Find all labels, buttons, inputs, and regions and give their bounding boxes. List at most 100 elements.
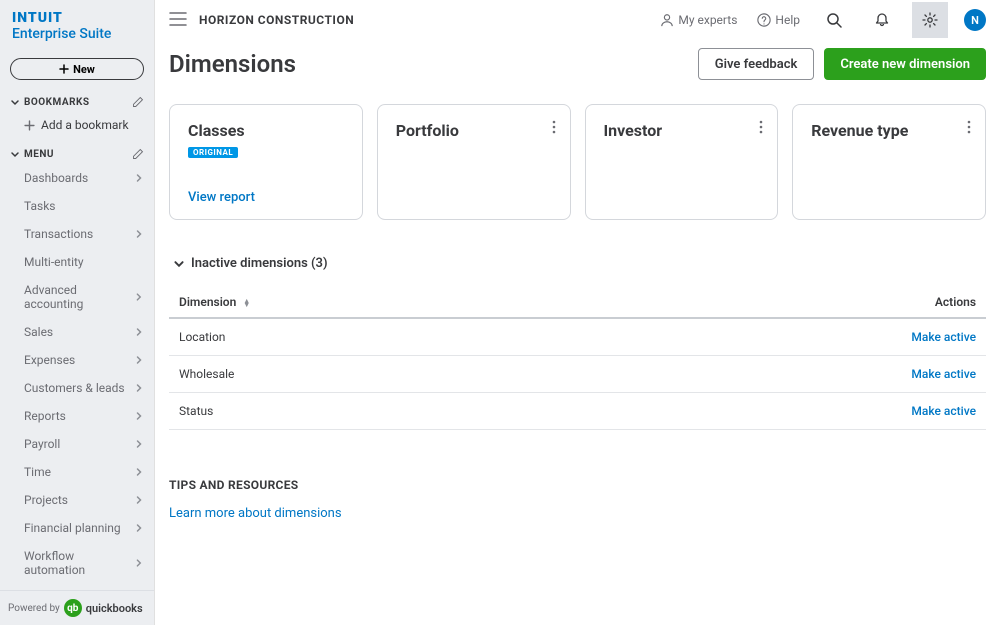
sidebar-item[interactable]: Projects	[0, 486, 154, 514]
card-title: Portfolio	[396, 121, 552, 140]
sort-icon: ▲▼	[243, 299, 250, 307]
brand-intuit: INTUIT	[12, 10, 142, 26]
dimension-card[interactable]: Classes ORIGINAL View report	[169, 104, 363, 220]
chevron-right-icon	[134, 411, 144, 421]
sidebar-item-label: Advanced accounting	[24, 283, 134, 311]
pencil-icon[interactable]	[132, 148, 144, 160]
brand-block: INTUIT Enterprise Suite	[0, 0, 154, 50]
sidebar-item-label: Tasks	[24, 199, 56, 213]
table-row: Wholesale Make active	[169, 356, 986, 393]
chevron-right-icon	[134, 467, 144, 477]
learn-more-link[interactable]: Learn more about dimensions	[169, 506, 342, 521]
card-menu-button[interactable]	[967, 119, 971, 138]
inactive-dimensions-toggle[interactable]: Inactive dimensions (3)	[169, 250, 986, 287]
chevron-down-icon	[10, 97, 20, 107]
card-menu-button[interactable]	[759, 119, 763, 138]
chevron-right-icon	[134, 558, 144, 568]
create-dimension-button[interactable]: Create new dimension	[824, 48, 986, 80]
sidebar: INTUIT Enterprise Suite New BOOKMARKS Ad…	[0, 0, 155, 625]
add-bookmark-label: Add a bookmark	[41, 118, 129, 132]
help-icon	[757, 13, 771, 27]
sidebar-item[interactable]: Dashboards	[0, 164, 154, 192]
sidebar-item-label: Dashboards	[24, 171, 88, 185]
dimension-name: Location	[169, 318, 593, 356]
make-active-link[interactable]: Make active	[911, 330, 976, 344]
original-badge: ORIGINAL	[188, 147, 238, 158]
col-dimension[interactable]: Dimension ▲▼	[169, 287, 593, 318]
sidebar-item[interactable]: Multi-entity	[0, 248, 154, 276]
settings-button[interactable]	[912, 2, 948, 38]
table-row: Location Make active	[169, 318, 986, 356]
dimension-card[interactable]: Revenue type	[792, 104, 986, 220]
sidebar-item[interactable]: Customers & leads	[0, 374, 154, 402]
table-row: Status Make active	[169, 393, 986, 430]
dimension-name: Status	[169, 393, 593, 430]
quickbooks-icon: qb	[64, 599, 82, 617]
hamburger-icon[interactable]	[169, 11, 187, 30]
chevron-right-icon	[134, 439, 144, 449]
chevron-right-icon	[134, 355, 144, 365]
pencil-icon[interactable]	[132, 96, 144, 108]
notifications-button[interactable]	[864, 2, 900, 38]
card-title: Classes	[188, 121, 344, 140]
sidebar-item[interactable]: Expenses	[0, 346, 154, 374]
sidebar-item-label: Customers & leads	[24, 381, 125, 395]
sidebar-item[interactable]: Sales	[0, 318, 154, 346]
chevron-right-icon	[134, 229, 144, 239]
main-area: HORIZON CONSTRUCTION My experts Help N	[155, 0, 1000, 625]
menu-header[interactable]: MENU	[0, 142, 154, 164]
sidebar-item-label: Reports	[24, 409, 66, 423]
topbar: HORIZON CONSTRUCTION My experts Help N	[155, 0, 1000, 40]
kebab-icon	[759, 120, 763, 134]
plus-icon	[24, 120, 35, 131]
dimension-card[interactable]: Portfolio	[377, 104, 571, 220]
inactive-table: Dimension ▲▼ Actions LocationMake active…	[169, 287, 986, 430]
sidebar-item[interactable]: Time	[0, 458, 154, 486]
search-button[interactable]	[816, 2, 852, 38]
page-title: Dimensions	[169, 50, 296, 78]
plus-icon	[59, 64, 69, 74]
search-icon	[826, 12, 842, 28]
view-report-link[interactable]: View report	[188, 190, 255, 205]
kebab-icon	[967, 120, 971, 134]
new-button[interactable]: New	[10, 58, 144, 80]
powered-by: Powered by qb quickbooks	[0, 590, 154, 625]
sidebar-item-label: Payroll	[24, 437, 60, 451]
make-active-link[interactable]: Make active	[911, 367, 976, 381]
sidebar-item-label: Projects	[24, 493, 68, 507]
sidebar-item[interactable]: Transactions	[0, 220, 154, 248]
sidebar-item-label: Multi-entity	[24, 255, 84, 269]
sidebar-item-label: Financial planning	[24, 521, 121, 535]
tips-heading: TIPS AND RESOURCES	[169, 478, 986, 492]
card-menu-button[interactable]	[552, 119, 556, 138]
add-bookmark[interactable]: Add a bookmark	[0, 112, 154, 142]
user-avatar[interactable]: N	[964, 9, 986, 31]
card-title: Revenue type	[811, 121, 967, 140]
help-label: Help	[775, 13, 800, 27]
chevron-right-icon	[134, 292, 144, 302]
content: Dimensions Give feedback Create new dime…	[155, 40, 1000, 625]
make-active-link[interactable]: Make active	[911, 404, 976, 418]
powered-by-label: Powered by	[8, 603, 60, 614]
dimension-name: Wholesale	[169, 356, 593, 393]
gear-icon	[922, 12, 938, 28]
chevron-down-icon	[10, 149, 20, 159]
company-name: HORIZON CONSTRUCTION	[199, 13, 354, 27]
sidebar-item-label: Sales	[24, 325, 53, 339]
inactive-heading-label: Inactive dimensions (3)	[191, 256, 328, 271]
sidebar-item[interactable]: Advanced accounting	[0, 276, 154, 318]
bookmarks-header[interactable]: BOOKMARKS	[0, 90, 154, 112]
my-experts-link[interactable]: My experts	[656, 13, 741, 27]
sidebar-item[interactable]: Tasks	[0, 192, 154, 220]
sidebar-item[interactable]: Workflow automation	[0, 542, 154, 584]
give-feedback-button[interactable]: Give feedback	[698, 48, 815, 80]
sidebar-item[interactable]: Payroll	[0, 430, 154, 458]
bell-icon	[874, 12, 890, 28]
sidebar-item[interactable]: Financial planning	[0, 514, 154, 542]
help-link[interactable]: Help	[753, 13, 804, 27]
sidebar-item[interactable]: Reports	[0, 402, 154, 430]
kebab-icon	[552, 120, 556, 134]
page-header: Dimensions Give feedback Create new dime…	[169, 48, 986, 80]
sidebar-item-label: Time	[24, 465, 51, 479]
dimension-card[interactable]: Investor	[585, 104, 779, 220]
